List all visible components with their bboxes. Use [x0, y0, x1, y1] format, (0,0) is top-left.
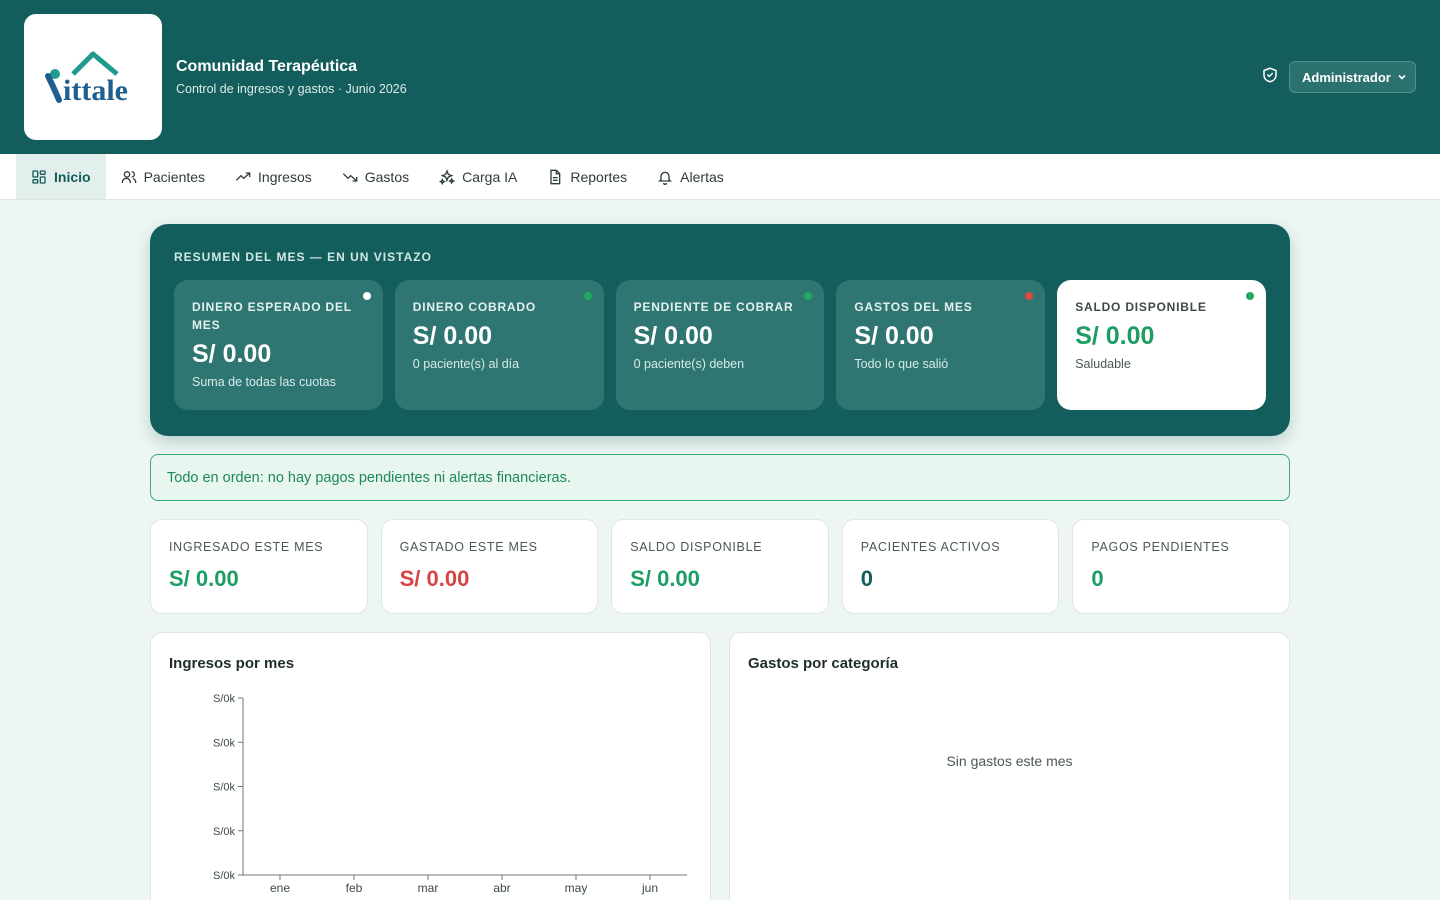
kpi-label: GASTADO ESTE MES — [399, 540, 538, 554]
shield-icon — [1261, 66, 1279, 89]
role-select-value: Administrador — [1302, 69, 1391, 85]
summary-card-label: GASTOS DEL MES — [854, 300, 973, 314]
kpi-value: 0 — [860, 566, 874, 591]
sparkles-icon — [439, 168, 456, 185]
y-tick-label: S/0k — [213, 826, 236, 838]
trending-down-icon — [342, 172, 358, 182]
summary-card-collected: DINERO COBRADO S/ 0.00 0 paciente(s) al … — [394, 280, 604, 410]
income-chart: S/0k S/0k S/0k S/0k S/0k ene feb mar abr may jun — [213, 693, 687, 895]
x-tick-label: ene — [270, 881, 290, 895]
logo-text: ittale — [63, 74, 128, 107]
kpi-row: INGRESADO ESTE MES S/ 0.00 GASTADO ESTE … — [150, 519, 1290, 614]
summary-card-value: S/ 0.00 — [1075, 322, 1155, 350]
tab-label: Pacientes — [143, 168, 206, 185]
dashboard-content: RESUMEN DEL MES — EN UN VISTAZO DINERO E… — [150, 224, 1290, 900]
kpi-income: INGRESADO ESTE MES S/ 0.00 — [150, 519, 368, 614]
tab-carga-ia[interactable]: Carga IA — [424, 154, 532, 199]
app-header: ittale Comunidad Terapéutica Control de … — [0, 0, 1440, 154]
summary-card-label: DINERO ESPERADO DEL MES — [192, 300, 352, 332]
tab-label: Inicio — [54, 168, 91, 185]
panel-title: Ingresos por mes — [169, 655, 295, 672]
tab-inicio[interactable]: Inicio — [16, 154, 106, 199]
tab-label: Gastos — [364, 168, 410, 185]
logo-mark: ittale — [45, 51, 128, 107]
status-dot — [583, 292, 592, 300]
kpi-value: S/ 0.00 — [399, 566, 470, 591]
y-tick-label: S/0k — [213, 782, 236, 794]
summary-card-expected: DINERO ESPERADO DEL MES S/ 0.00 Suma de … — [174, 280, 383, 410]
kpi-active-patients: PACIENTES ACTIVOS 0 — [841, 519, 1060, 614]
bell-icon — [658, 171, 673, 185]
y-tick-label: S/0k — [213, 870, 236, 882]
summary-card-label: PENDIENTE DE COBRAR — [633, 300, 794, 314]
document-icon — [550, 169, 561, 184]
kpi-label: INGRESADO ESTE MES — [169, 540, 324, 554]
tab-gastos[interactable]: Gastos — [327, 154, 424, 199]
summary-card-value: S/ 0.00 — [192, 340, 272, 368]
monthly-summary: RESUMEN DEL MES — EN UN VISTAZO DINERO E… — [150, 224, 1290, 436]
income-chart-panel: Ingresos por mes S/0k S/0k S/0k S/0k S/0k ene… — [150, 632, 711, 900]
expenses-chart-panel: Gastos por categoría Sin gastos este mes — [729, 632, 1290, 900]
kpi-value: 0 — [1091, 566, 1104, 591]
tab-ingresos[interactable]: Ingresos — [220, 154, 327, 199]
logo: ittale — [24, 14, 162, 140]
tab-alertas[interactable]: Alertas — [642, 154, 739, 199]
summary-card-value: S/ 0.00 — [854, 322, 934, 350]
status-notice: Todo en orden: no hay pagos pendientes n… — [150, 454, 1290, 501]
empty-state: Sin gastos este mes — [946, 753, 1073, 769]
tab-label: Alertas — [680, 168, 724, 185]
kpi-pending-payments: PAGOS PENDIENTES 0 — [1072, 519, 1290, 614]
summary-card-label: SALDO DISPONIBLE — [1075, 300, 1207, 314]
main-nav: Inicio Pacientes Ingresos Gastos Carga I… — [0, 154, 1440, 200]
role-select[interactable]: Administrador — [1289, 61, 1416, 93]
summary-card-value: S/ 0.00 — [633, 322, 713, 350]
kpi-value: S/ 0.00 — [630, 566, 700, 591]
grid-icon — [32, 169, 46, 184]
kpi-label: PAGOS PENDIENTES — [1091, 540, 1230, 554]
tab-reportes[interactable]: Reportes — [532, 154, 642, 199]
tab-label: Ingresos — [258, 168, 312, 185]
y-tick-label: S/0k — [213, 737, 236, 749]
summary-card-sub: Todo lo que salió — [854, 357, 949, 371]
summary-card-pending: PENDIENTE DE COBRAR S/ 0.00 0 paciente(s… — [615, 280, 825, 410]
summary-card-balance: SALDO DISPONIBLE S/ 0.00 Saludable — [1057, 280, 1266, 410]
summary-card-expenses: GASTOS DEL MES S/ 0.00 Todo lo que salió — [836, 280, 1046, 410]
x-tick-label: mar — [418, 881, 439, 895]
status-dot — [1245, 292, 1254, 300]
kpi-value: S/ 0.00 — [169, 566, 239, 591]
kpi-balance: SALDO DISPONIBLE S/ 0.00 — [611, 519, 829, 614]
x-tick-label: jun — [641, 881, 658, 895]
summary-card-value: S/ 0.00 — [412, 322, 493, 350]
tab-label: Reportes — [570, 168, 628, 185]
kpi-spent: GASTADO ESTE MES S/ 0.00 — [380, 519, 599, 614]
chevron-down-icon — [1397, 70, 1407, 85]
summary-card-label: DINERO COBRADO — [412, 300, 536, 314]
y-tick-label: S/0k — [213, 693, 236, 705]
summary-card-sub: Suma de todas las cuotas — [192, 375, 336, 389]
app-subtitle: Control de ingresos y gastos · Junio 202… — [176, 82, 407, 96]
status-dot — [362, 292, 371, 300]
summary-card-sub: 0 paciente(s) deben — [633, 357, 745, 371]
status-dot — [804, 292, 813, 300]
tab-pacientes[interactable]: Pacientes — [106, 154, 220, 199]
status-dot — [1025, 292, 1034, 300]
x-tick-label: may — [565, 881, 588, 895]
trending-up-icon — [235, 171, 251, 181]
x-tick-label: feb — [346, 881, 363, 895]
tab-label: Carga IA — [462, 168, 518, 185]
app-title: Comunidad Terapéutica — [176, 58, 358, 75]
summary-card-sub: 0 paciente(s) al día — [412, 357, 520, 371]
kpi-label: SALDO DISPONIBLE — [630, 540, 763, 554]
summary-heading: RESUMEN DEL MES — EN UN VISTAZO — [174, 250, 432, 264]
x-tick-label: abr — [493, 881, 510, 895]
panel-title: Gastos por categoría — [748, 655, 899, 672]
summary-card-sub: Saludable — [1075, 357, 1131, 371]
users-icon — [121, 170, 136, 183]
kpi-label: PACIENTES ACTIVOS — [860, 540, 1001, 554]
